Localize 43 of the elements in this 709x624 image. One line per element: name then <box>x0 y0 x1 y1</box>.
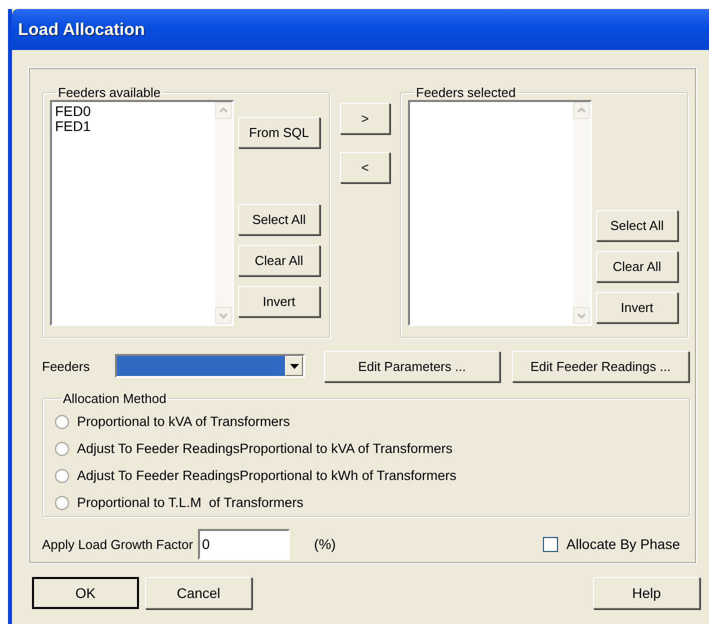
radio-button[interactable] <box>55 414 69 428</box>
edit-button[interactable]: Edit Feeder Readings ... <box>512 350 689 382</box>
feeders-label: Feeders <box>42 358 91 374</box>
list-button[interactable]: Invert <box>596 292 678 323</box>
dialog-button[interactable]: Cancel <box>145 577 252 609</box>
move-button[interactable]: > <box>340 103 390 134</box>
dialog-button[interactable]: OK <box>32 577 139 609</box>
checkbox-label: Allocate By Phase <box>566 536 680 552</box>
move-button[interactable]: < <box>340 152 390 183</box>
list-button[interactable]: Clear All <box>596 251 678 282</box>
scroll-up-icon[interactable] <box>215 102 232 119</box>
unit-label: (%) <box>314 536 336 552</box>
dialog-button[interactable]: Help <box>593 577 700 609</box>
radio-button[interactable] <box>55 496 69 510</box>
group-title: Allocation Method <box>62 391 168 406</box>
edit-button[interactable]: Edit Parameters ... <box>324 350 500 382</box>
group-title: Feeders selected <box>415 85 517 100</box>
list-button[interactable]: Select All <box>596 210 678 241</box>
scroll-down-icon[interactable] <box>573 307 590 324</box>
feeder-list[interactable]: FED0 FED1 <box>50 100 234 326</box>
list-item[interactable]: FED1 <box>55 119 212 134</box>
scrollbar[interactable] <box>573 102 590 324</box>
list-button[interactable]: Invert <box>238 286 320 317</box>
feeders-dropdown[interactable] <box>115 354 305 378</box>
growth-field[interactable]: 0 <box>198 528 290 560</box>
group-title: Feeders available <box>57 85 162 100</box>
scrollbar[interactable] <box>215 102 232 324</box>
option-label: Proportional to kVA of Transformers <box>77 414 290 429</box>
option-label: Adjust To Feeder ReadingsProportional to kWh of Transformers <box>77 468 456 483</box>
window-title: Load Allocation <box>12 9 709 50</box>
checkbox[interactable] <box>543 536 558 552</box>
list-item[interactable]: FED0 <box>55 104 212 119</box>
radio-button[interactable] <box>55 442 69 456</box>
option-label: Adjust To Feeder ReadingsProportional to kVA of Transformers <box>77 441 452 456</box>
list-button[interactable]: Clear All <box>238 245 320 276</box>
scroll-up-icon[interactable] <box>573 102 590 119</box>
scroll-down-icon[interactable] <box>215 307 232 324</box>
feeder-list[interactable] <box>408 100 592 326</box>
radio-button[interactable] <box>55 468 69 482</box>
growth-label: Apply Load Growth Factor <box>42 536 194 552</box>
list-button[interactable]: Select All <box>238 204 320 235</box>
list-button[interactable]: From SQL <box>238 117 320 148</box>
option-label: Proportional to T.L.M of Transformers <box>77 495 304 510</box>
